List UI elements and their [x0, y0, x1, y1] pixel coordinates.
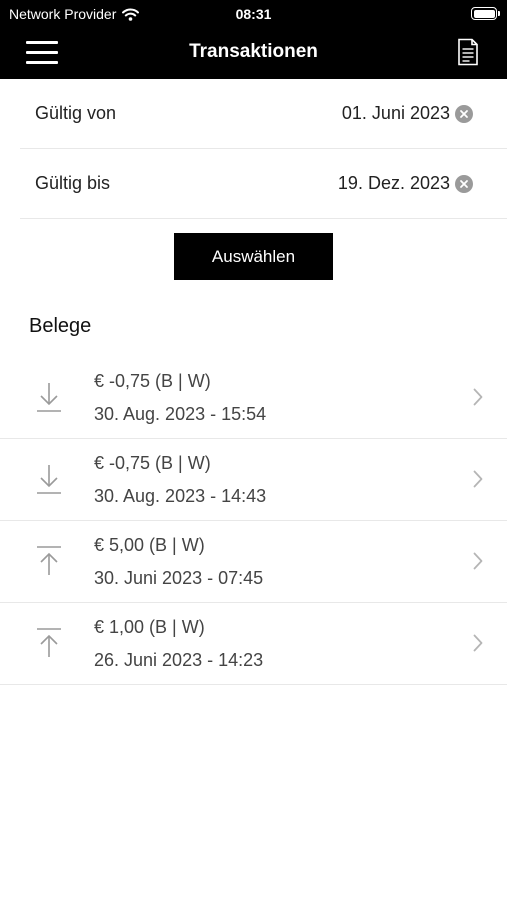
transaction-amount: € -0,75 (B | W): [94, 371, 211, 391]
transaction-row[interactable]: € -0,75 (B | W) 30. Aug. 2023 - 14:43: [0, 439, 507, 521]
page-title: Transaktionen: [189, 41, 318, 62]
valid-from-row[interactable]: Gültig von 01. Juni 2023: [20, 79, 507, 149]
transaction-amount: € 1,00 (B | W): [94, 617, 205, 637]
transaction-row[interactable]: € 1,00 (B | W) 26. Juni 2023 - 14:23: [0, 603, 507, 685]
valid-to-row[interactable]: Gültig bis 19. Dez. 2023: [20, 149, 507, 219]
clear-valid-to-icon[interactable]: [455, 174, 473, 193]
valid-from-label: Gültig von: [35, 103, 117, 123]
transaction-date: 30. Aug. 2023 - 14:43: [94, 486, 267, 506]
transaction-amount: € 5,00 (B | W): [94, 535, 205, 555]
valid-to-label: Gültig bis: [35, 173, 111, 193]
arrow-up-from-line-icon: [37, 546, 61, 575]
transaction-row[interactable]: € 5,00 (B | W) 30. Juni 2023 - 07:45: [0, 521, 507, 603]
receipts-section-title: Belege: [29, 315, 92, 337]
transaction-date: 30. Juni 2023 - 07:45: [94, 568, 264, 588]
transaction-date: 26. Juni 2023 - 14:23: [94, 650, 264, 670]
clock: 08:31: [235, 6, 272, 22]
document-icon[interactable]: [457, 38, 479, 66]
chevron-right-icon: [473, 388, 483, 406]
valid-to-value[interactable]: 19. Dez. 2023: [338, 173, 450, 194]
select-button[interactable]: Auswählen: [174, 233, 333, 280]
valid-from-value[interactable]: 01. Juni 2023: [342, 103, 450, 124]
battery-icon: [471, 7, 500, 20]
transaction-amount: € -0,75 (B | W): [94, 453, 211, 473]
chevron-right-icon: [473, 470, 483, 488]
chevron-right-icon: [473, 634, 483, 652]
status-bar: Network Provider 08:31: [0, 0, 507, 28]
arrow-down-to-line-icon: [37, 383, 61, 412]
transaction-row[interactable]: € -0,75 (B | W) 30. Aug. 2023 - 15:54: [0, 357, 507, 439]
chevron-right-icon: [473, 552, 483, 570]
navigation-bar: Transaktionen: [0, 28, 507, 79]
arrow-up-from-line-icon: [37, 628, 61, 657]
clear-valid-from-icon[interactable]: [455, 104, 473, 123]
arrow-down-to-line-icon: [37, 465, 61, 494]
transaction-date: 30. Aug. 2023 - 15:54: [94, 404, 267, 424]
